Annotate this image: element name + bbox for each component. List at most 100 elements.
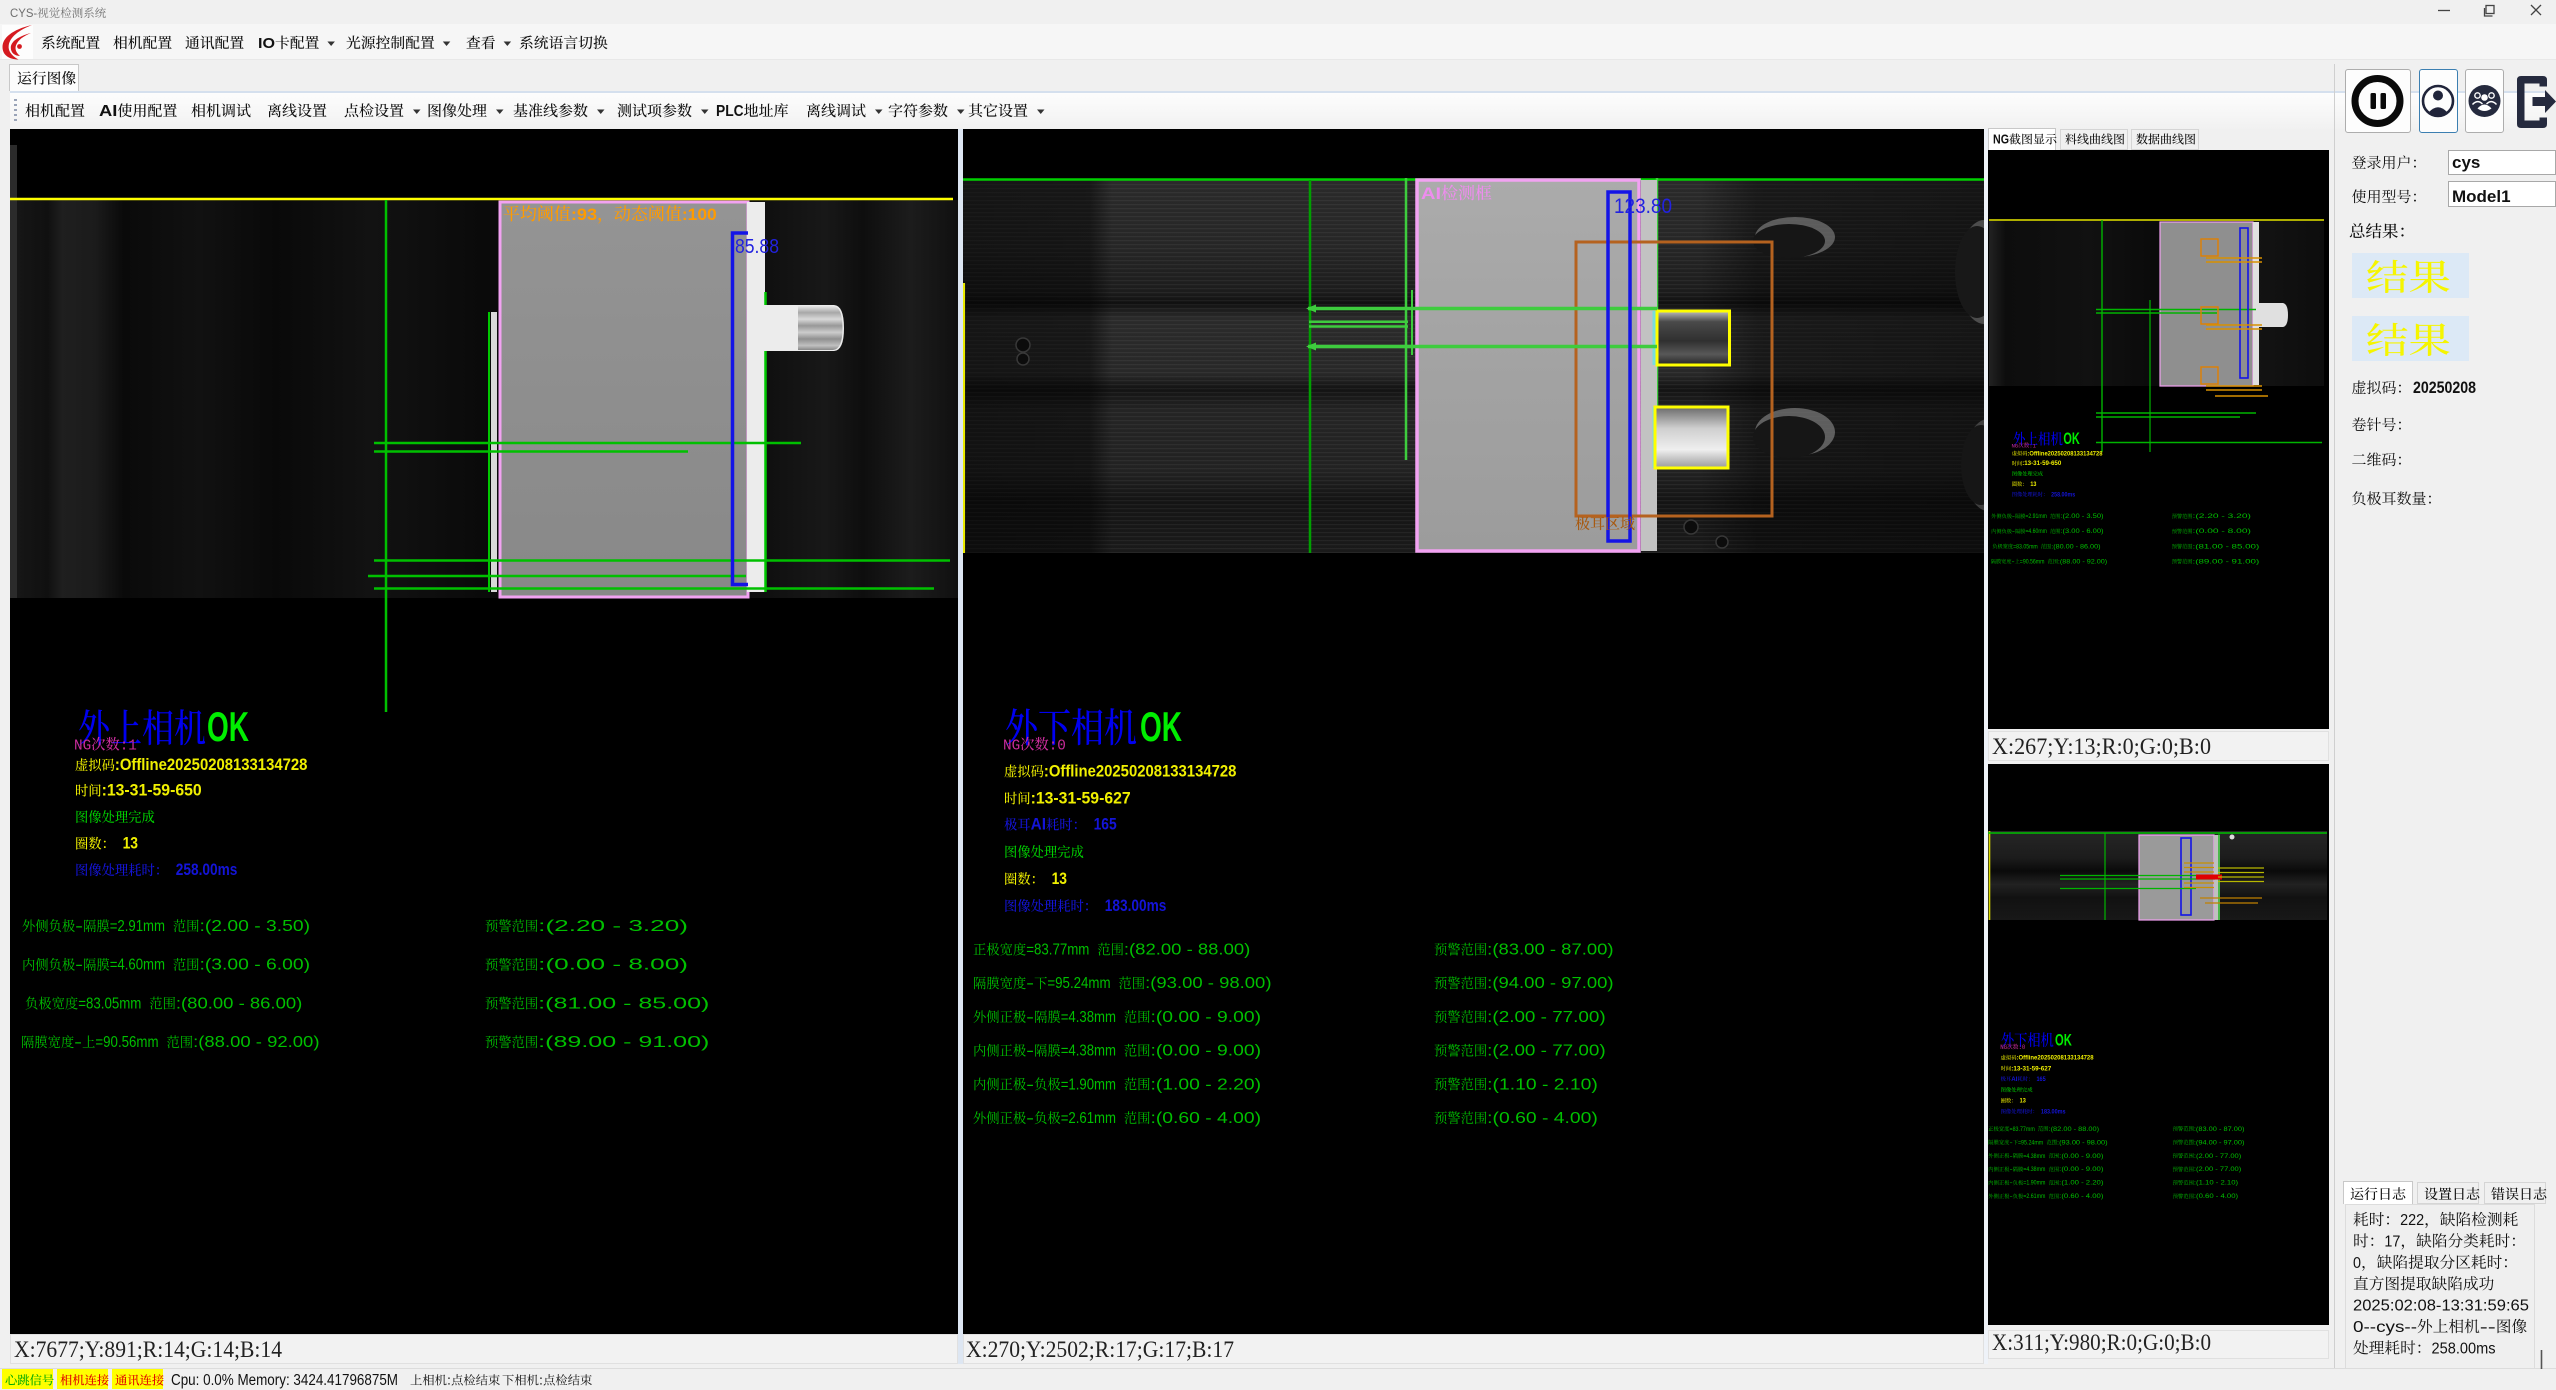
svg-text:=83.77mm: =83.77mm (1026, 942, 1089, 959)
svg-text:20250208: 20250208 (2413, 378, 2476, 397)
svg-text::(0.60 - 4.00): :(0.60 - 4.00) (2059, 1193, 2103, 1200)
svg-text::(0.00 - 9.00): :(0.00 - 9.00) (2059, 1166, 2103, 1173)
svg-text:cys: cys (2452, 153, 2480, 172)
svg-text:OK: OK (1140, 703, 1182, 750)
svg-text:AI: AI (1421, 184, 1441, 203)
svg-text::(0.00 - 9.00): :(0.00 - 9.00) (1151, 1009, 1262, 1026)
svg-text:=4.38mm: =4.38mm (2023, 1166, 2045, 1173)
svg-text::(94.00 - 97.00): :(94.00 - 97.00) (2194, 1139, 2245, 1146)
svg-text:13: 13 (123, 835, 138, 853)
svg-text::(2.00 - 77.00): :(2.00 - 77.00) (2194, 1153, 2241, 1160)
svg-text:AI: AI (2011, 1076, 2017, 1083)
svg-text::(0.00 - 9.00): :(0.00 - 9.00) (1151, 1043, 1262, 1060)
svg-text:NG: NG (2011, 442, 2018, 449)
svg-text:13: 13 (2020, 1098, 2026, 1105)
svg-text::(2.00 - 77.00): :(2.00 - 77.00) (1487, 1009, 1606, 1026)
svg-text:X:311;Y:980;R:0;G:0;B:0: X:311;Y:980;R:0;G:0;B:0 (1992, 1330, 2211, 1355)
svg-text::(2.00 - 77.00): :(2.00 - 77.00) (1487, 1043, 1606, 1060)
svg-text:-: - (2009, 1139, 2012, 1146)
svg-text::: : (447, 1373, 451, 1388)
svg-text:-: - (2012, 514, 2015, 520)
svg-text:CYS-: CYS- (10, 6, 37, 20)
svg-text::(2.00 - 77.00): :(2.00 - 77.00) (2194, 1166, 2241, 1173)
svg-text:=90.56mm: =90.56mm (2020, 559, 2045, 565)
svg-text::13-31-59-650: :13-31-59-650 (102, 782, 202, 800)
svg-text:OK: OK (2063, 430, 2079, 448)
svg-text::Offline20250208133134728: :Offline20250208133134728 (115, 756, 308, 774)
svg-text:165: 165 (2036, 1076, 2046, 1083)
svg-text::(1.10 - 2.10): :(1.10 - 2.10) (1487, 1076, 1598, 1093)
svg-text:-: - (1026, 1110, 1034, 1127)
svg-text::100: :100 (682, 205, 717, 224)
svg-text:PLC: PLC (716, 103, 744, 120)
svg-text:=95.24mm: =95.24mm (2018, 1139, 2043, 1146)
svg-text::(2.00 - 3.50): :(2.00 - 3.50) (200, 918, 311, 935)
svg-text:-: - (2009, 1166, 2012, 1173)
svg-text:=90.56mm: =90.56mm (95, 1034, 158, 1051)
svg-text:NG: NG (1993, 133, 2009, 147)
svg-text::(0.00 - 8.00): :(0.00 - 8.00) (2192, 529, 2250, 535)
svg-text:-: - (74, 1034, 82, 1051)
svg-text:=4.38mm: =4.38mm (1061, 1043, 1116, 1060)
svg-text:-: - (1026, 1043, 1034, 1060)
svg-text::(80.00 - 86.00): :(80.00 - 86.00) (2051, 544, 2100, 550)
svg-text:AI: AI (1031, 816, 1046, 834)
svg-text:-: - (75, 918, 83, 935)
svg-text:=4.60mm: =4.60mm (2025, 529, 2047, 535)
svg-text::(93.00 - 98.00): :(93.00 - 98.00) (2057, 1139, 2108, 1146)
svg-text:-: - (75, 957, 83, 974)
svg-text::(89.00 - 91.00): :(89.00 - 91.00) (538, 1034, 709, 1051)
svg-text:=95.24mm: =95.24mm (1047, 975, 1110, 992)
svg-text::(0.00 - 9.00): :(0.00 - 9.00) (2059, 1153, 2103, 1160)
svg-text:258.00ms: 258.00ms (2051, 491, 2075, 498)
svg-text::(81.00 - 85.00): :(81.00 - 85.00) (538, 995, 709, 1012)
svg-text:13: 13 (2030, 481, 2036, 488)
svg-text:165: 165 (1094, 816, 1117, 834)
svg-text::0: :0 (2018, 1044, 2025, 1051)
svg-text:X:270;Y:2502;R:17;G:17;B:17: X:270;Y:2502;R:17;G:17;B:17 (966, 1337, 1234, 1362)
svg-text::1: :1 (120, 738, 137, 755)
svg-text::(81.00 - 85.00): :(81.00 - 85.00) (2192, 544, 2259, 550)
svg-text:-: - (2012, 559, 2015, 565)
svg-text:=83.05mm: =83.05mm (2013, 544, 2038, 550)
svg-text::(89.00 - 91.00): :(89.00 - 91.00) (2192, 559, 2259, 565)
svg-text::(83.00 - 87.00): :(83.00 - 87.00) (2194, 1126, 2245, 1133)
svg-text::(2.20 - 3.20): :(2.20 - 3.20) (538, 918, 688, 935)
svg-text::13-31-59-627: :13-31-59-627 (2011, 1065, 2051, 1072)
svg-text:258.00ms: 258.00ms (2432, 1340, 2496, 1357)
svg-text::(94.00 - 97.00): :(94.00 - 97.00) (1487, 975, 1613, 992)
svg-text:183.00ms: 183.00ms (2041, 1108, 2066, 1115)
svg-text:-: - (1026, 975, 1034, 992)
svg-text:=83.77mm: =83.77mm (2009, 1126, 2034, 1133)
svg-text:AI: AI (99, 103, 117, 120)
svg-text::93: :93 (571, 205, 597, 224)
svg-text:=1.90mm: =1.90mm (1061, 1076, 1116, 1093)
svg-text::1: :1 (2029, 442, 2036, 449)
svg-text:-: - (2009, 1193, 2012, 1200)
svg-text:-: - (1026, 1076, 1034, 1093)
svg-text:Model1: Model1 (2452, 187, 2511, 206)
svg-text:=1.90mm: =1.90mm (2023, 1180, 2045, 1187)
svg-text:85.88: 85.88 (735, 236, 779, 258)
svg-text:=4.38mm: =4.38mm (1061, 1009, 1116, 1026)
svg-text:NG: NG (1003, 738, 1020, 755)
svg-text::(0.60 - 4.00): :(0.60 - 4.00) (1151, 1110, 1262, 1127)
svg-text:Cpu: 0.0% Memory: 3424.41796: Cpu: 0.0% Memory: 3424.41796875M (171, 1372, 398, 1389)
svg-text::(0.60 - 4.00): :(0.60 - 4.00) (1487, 1110, 1598, 1127)
svg-text::(0.00 - 8.00): :(0.00 - 8.00) (538, 957, 688, 974)
svg-text::Offline20250208133134728: :Offline20250208133134728 (2027, 450, 2103, 457)
svg-text:-: - (2009, 1180, 2012, 1187)
svg-text::: : (539, 1373, 543, 1388)
svg-text::(3.00 - 6.00): :(3.00 - 6.00) (200, 957, 311, 974)
svg-text:0--cys--: 0--cys-- (2353, 1319, 2417, 1336)
svg-text:=2.91mm: =2.91mm (110, 918, 165, 935)
svg-text:X:7677;Y:891;R:14;G:14;B:14: X:7677;Y:891;R:14;G:14;B:14 (14, 1337, 282, 1362)
svg-text:NG: NG (2000, 1044, 2007, 1051)
svg-text:OK: OK (207, 703, 249, 750)
svg-text:--: -- (2480, 1319, 2496, 1336)
svg-text:2025:02:08-13:31:59:65: 2025:02:08-13:31:59:65 (2353, 1298, 2529, 1315)
svg-text:=2.61mm: =2.61mm (2023, 1193, 2045, 1200)
svg-text:NG: NG (74, 738, 91, 755)
svg-text::(0.60 - 4.00): :(0.60 - 4.00) (2194, 1193, 2238, 1200)
svg-text:=2.91mm: =2.91mm (2025, 514, 2047, 520)
